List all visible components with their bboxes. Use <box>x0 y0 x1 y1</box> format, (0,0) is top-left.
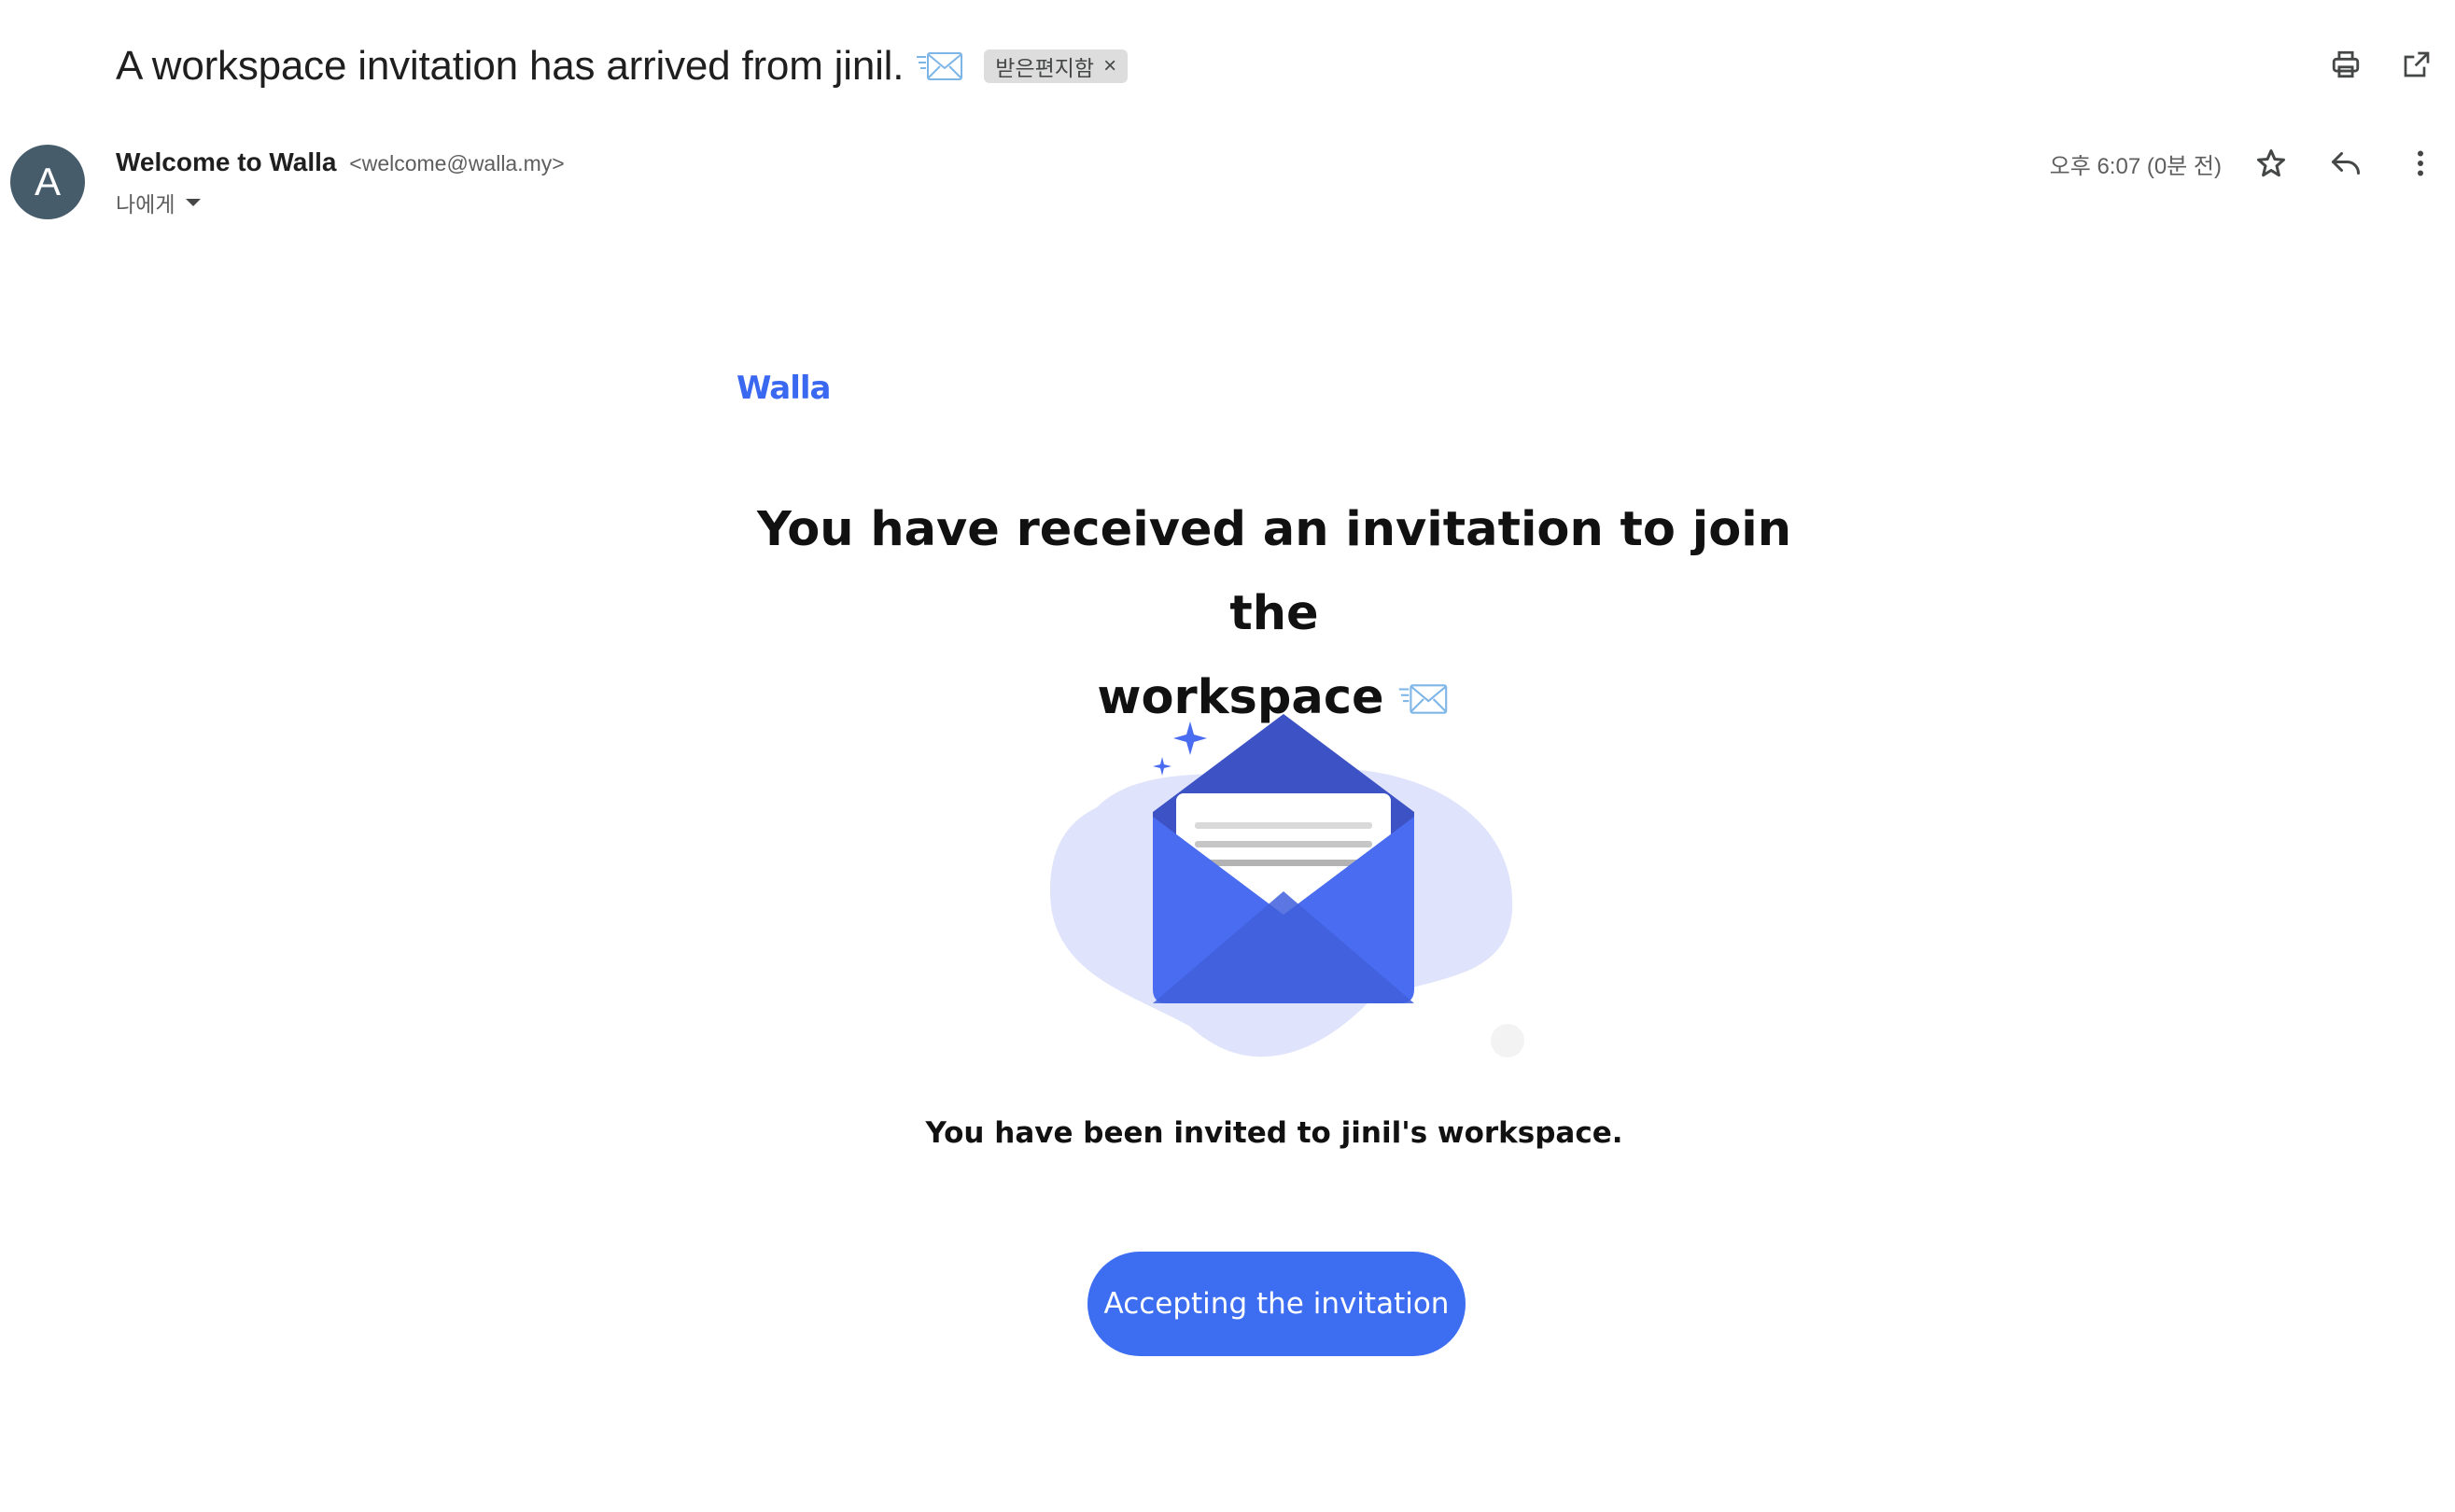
sparkle-small <box>1153 757 1171 776</box>
inbox-label-chip: 받은편지함 × <box>984 49 1129 83</box>
recipient-details-toggle[interactable]: 나에게 <box>116 187 202 218</box>
subject-row: A workspace invitation has arrived from … <box>116 35 1129 97</box>
sender-line: Welcome to Walla <welcome@walla.my> <box>116 147 565 177</box>
sender-email: <welcome@walla.my> <box>349 151 565 175</box>
print-icon[interactable] <box>2328 47 2364 82</box>
headline-line-1: You have received an invitation to join … <box>756 502 1792 641</box>
open-in-new-window-icon[interactable] <box>2399 47 2434 82</box>
sender-avatar[interactable]: A <box>10 145 85 219</box>
remove-label-button[interactable]: × <box>1103 53 1116 79</box>
invitation-headline: You have received an invitation to join … <box>728 488 1820 740</box>
open-envelope-illustration <box>1050 714 1524 1057</box>
email-subject: A workspace invitation has arrived from … <box>116 43 905 89</box>
caret-down-icon <box>186 199 202 206</box>
recipient-label: 나에게 <box>116 192 175 217</box>
timestamp: 오후 6:07 (0분 전) <box>2049 153 2222 179</box>
sparkle-large <box>1173 721 1207 755</box>
envelope-with-arrow-icon <box>917 52 963 80</box>
thread-actions <box>2328 47 2434 82</box>
more-vert-icon[interactable] <box>2403 146 2438 181</box>
reply-icon[interactable] <box>2328 146 2364 181</box>
star-icon[interactable] <box>2253 146 2289 181</box>
inbox-label-text: 받은편지함 <box>995 56 1095 80</box>
invite-message: You have been invited to jinil's workspa… <box>925 1116 1623 1150</box>
walla-logo: Walla <box>736 370 831 407</box>
message-meta: 오후 6:07 (0분 전) <box>2050 146 2438 181</box>
accept-invitation-button[interactable]: Accepting the invitation <box>1087 1252 1466 1356</box>
sender-name[interactable]: Welcome to Walla <box>116 147 337 176</box>
